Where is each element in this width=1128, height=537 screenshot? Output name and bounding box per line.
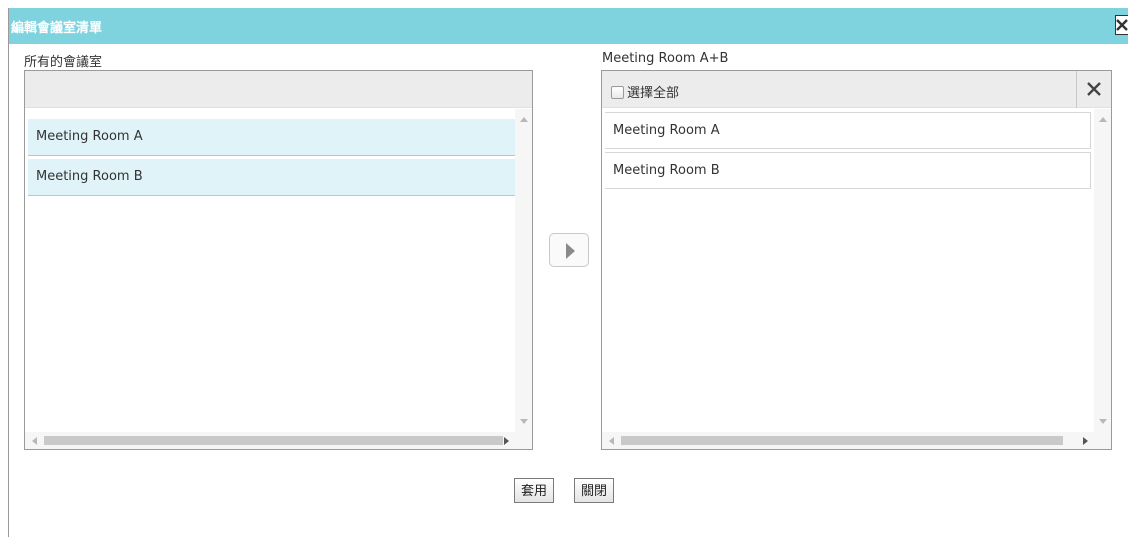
vertical-scrollbar[interactable]: [1094, 109, 1111, 432]
selected-rooms-listbox[interactable]: 選擇全部 Meeting Room A Meeting Room B: [601, 70, 1112, 450]
select-all-checkbox[interactable]: 選擇全部: [611, 82, 679, 101]
all-rooms-listbox[interactable]: Meeting Room A Meeting Room B: [24, 70, 533, 450]
scroll-right-icon[interactable]: [504, 437, 509, 445]
dialog-title: 編輯會議室清單: [11, 21, 103, 36]
scroll-down-icon[interactable]: [520, 419, 528, 424]
horizontal-scrollbar[interactable]: [25, 432, 532, 449]
close-icon[interactable]: [1115, 15, 1128, 35]
close-button[interactable]: 關閉: [574, 478, 615, 503]
apply-button[interactable]: 套用: [514, 478, 555, 503]
clear-button[interactable]: [1076, 71, 1111, 108]
list-item[interactable]: Meeting Room A: [28, 119, 517, 156]
dialog-titlebar: 編輯會議室清單: [9, 8, 1128, 44]
vertical-scrollbar[interactable]: [515, 109, 532, 432]
scroll-left-icon[interactable]: [32, 437, 37, 445]
scrollbar-thumb[interactable]: [44, 436, 503, 445]
move-right-icon: [566, 243, 575, 259]
list-item[interactable]: Meeting Room A: [605, 112, 1091, 149]
select-all-label: 選擇全部: [627, 86, 680, 101]
scroll-right-icon[interactable]: [1083, 437, 1088, 445]
list-item[interactable]: Meeting Room B: [28, 159, 517, 196]
clear-icon: [1087, 82, 1101, 96]
all-rooms-header: [25, 71, 532, 108]
all-rooms-label: 所有的會議室: [24, 55, 103, 70]
checkbox-icon[interactable]: [611, 86, 624, 99]
scrollbar-thumb[interactable]: [621, 436, 1063, 445]
selected-rooms-label: Meeting Room A+B: [602, 51, 729, 66]
horizontal-scrollbar[interactable]: [602, 432, 1111, 449]
move-right-button[interactable]: [549, 233, 589, 267]
list-item[interactable]: Meeting Room B: [605, 152, 1091, 189]
scroll-down-icon[interactable]: [1099, 419, 1107, 424]
scroll-left-icon[interactable]: [609, 437, 614, 445]
scroll-up-icon[interactable]: [520, 117, 528, 122]
selected-rooms-header: 選擇全部: [602, 71, 1111, 108]
scroll-up-icon[interactable]: [1099, 117, 1107, 122]
